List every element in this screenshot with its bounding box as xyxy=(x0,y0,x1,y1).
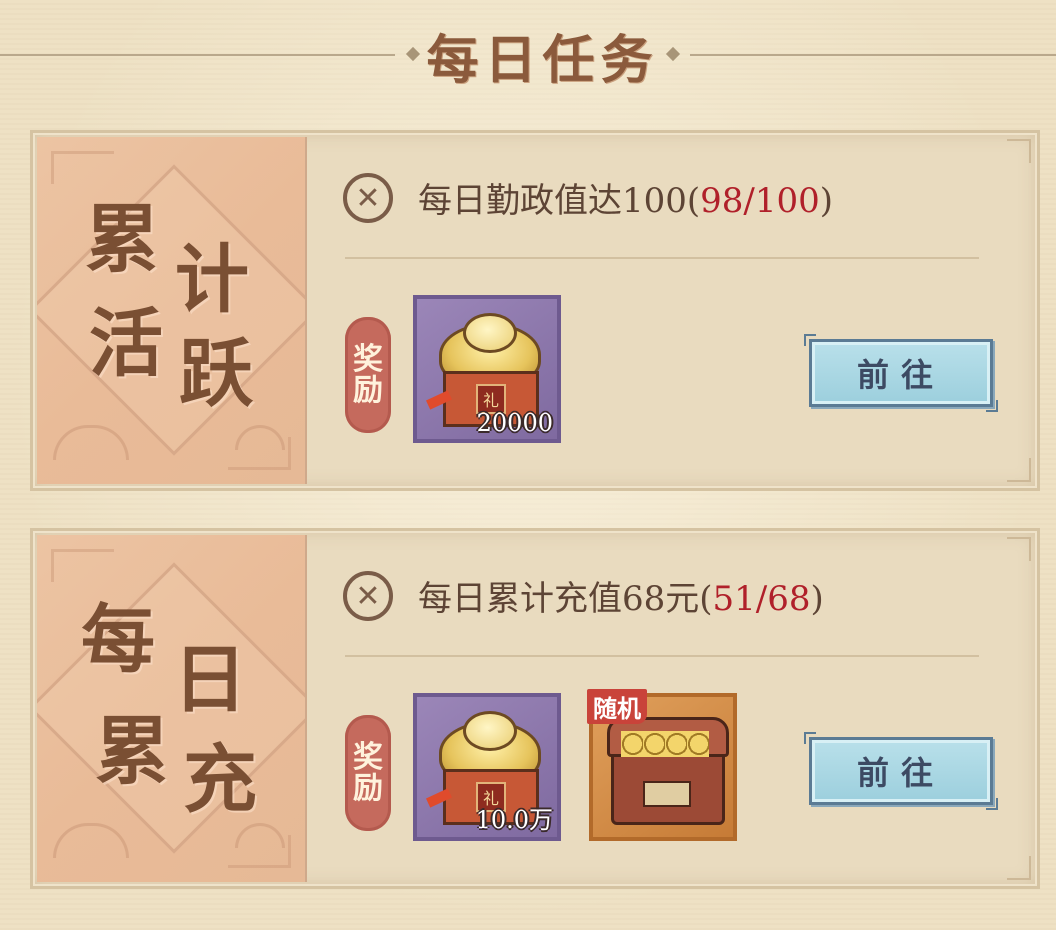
reward-tag-char: 励 xyxy=(353,373,383,408)
reward-tag: 奖 励 xyxy=(345,317,391,433)
task-banner: 累 计 活 跃 xyxy=(37,137,307,484)
task-card-daily-recharge: 每 日 累 充 ✕ 每日累计充值68元(51/68) 奖 励 礼 10.0万 随… xyxy=(30,528,1040,889)
banner-char: 累 xyxy=(85,197,159,283)
close-circle-icon: ✕ xyxy=(343,173,393,223)
cloud-ornament xyxy=(235,823,285,848)
card-corner xyxy=(1007,856,1031,880)
divider xyxy=(345,257,979,259)
cloud-ornament xyxy=(53,425,129,460)
banner-char: 日 xyxy=(173,637,247,723)
banner-char: 充 xyxy=(183,737,257,823)
ingot-top xyxy=(463,711,517,751)
task-progress: 51/68 xyxy=(712,579,811,619)
task-description: 每日累计充值68元(51/68) xyxy=(418,571,824,620)
fret-ornament xyxy=(51,549,114,582)
item-quantity: 20000 xyxy=(476,409,553,437)
go-button[interactable]: 前往 xyxy=(804,732,998,810)
header: 每日任务 xyxy=(0,0,1056,110)
card-corner xyxy=(1007,139,1031,163)
card-corner xyxy=(1007,537,1031,561)
header-rule-right xyxy=(690,54,1056,56)
card-corner xyxy=(1007,458,1031,482)
header-ornament-right xyxy=(665,46,681,62)
task-text: 每日勤政值达100( xyxy=(418,181,701,221)
banner-diamond xyxy=(37,164,305,456)
cloud-ornament xyxy=(53,823,129,858)
reward-tag-char: 奖 xyxy=(353,739,383,775)
task-description: 每日勤政值达100(98/100) xyxy=(418,173,833,222)
ingot-top xyxy=(463,313,517,353)
close-circle-icon: ✕ xyxy=(343,571,393,621)
task-card-cumulative-activity: 累 计 活 跃 ✕ 每日勤政值达100(98/100) 奖 励 礼 20000 … xyxy=(30,130,1040,491)
task-banner: 每 日 累 充 xyxy=(37,535,307,882)
task-text-end: ) xyxy=(810,579,824,619)
banner-char: 跃 xyxy=(179,331,253,417)
random-tag: 随机 xyxy=(587,689,647,724)
header-ornament-left xyxy=(405,46,421,62)
banner-char: 计 xyxy=(175,237,249,323)
go-button[interactable]: 前往 xyxy=(804,334,998,412)
fret-ornament xyxy=(51,151,114,184)
reward-item-gold-ingot[interactable]: 礼 10.0万 xyxy=(413,693,561,841)
reward-item-gold-ingot[interactable]: 礼 20000 xyxy=(413,295,561,443)
gold-coins xyxy=(621,731,709,757)
chest-plate xyxy=(643,781,691,807)
task-progress: 98/100 xyxy=(700,181,820,221)
reward-tag: 奖 励 xyxy=(345,715,391,831)
banner-char: 每 xyxy=(81,597,155,683)
page-title: 每日任务 xyxy=(426,30,659,91)
reward-tag-char: 励 xyxy=(353,771,383,806)
divider xyxy=(345,655,979,657)
reward-tag-char: 奖 xyxy=(353,341,383,377)
reward-item-treasure-chest[interactable]: 随机 xyxy=(587,689,737,841)
header-rule-left xyxy=(0,54,395,56)
task-text-end: ) xyxy=(819,181,834,221)
item-quantity: 10.0万 xyxy=(475,806,553,834)
task-text: 每日累计充值68元( xyxy=(418,579,713,619)
banner-char: 活 xyxy=(89,301,163,387)
banner-diamond xyxy=(37,562,305,854)
cloud-ornament xyxy=(235,425,285,450)
banner-char: 累 xyxy=(95,709,169,795)
